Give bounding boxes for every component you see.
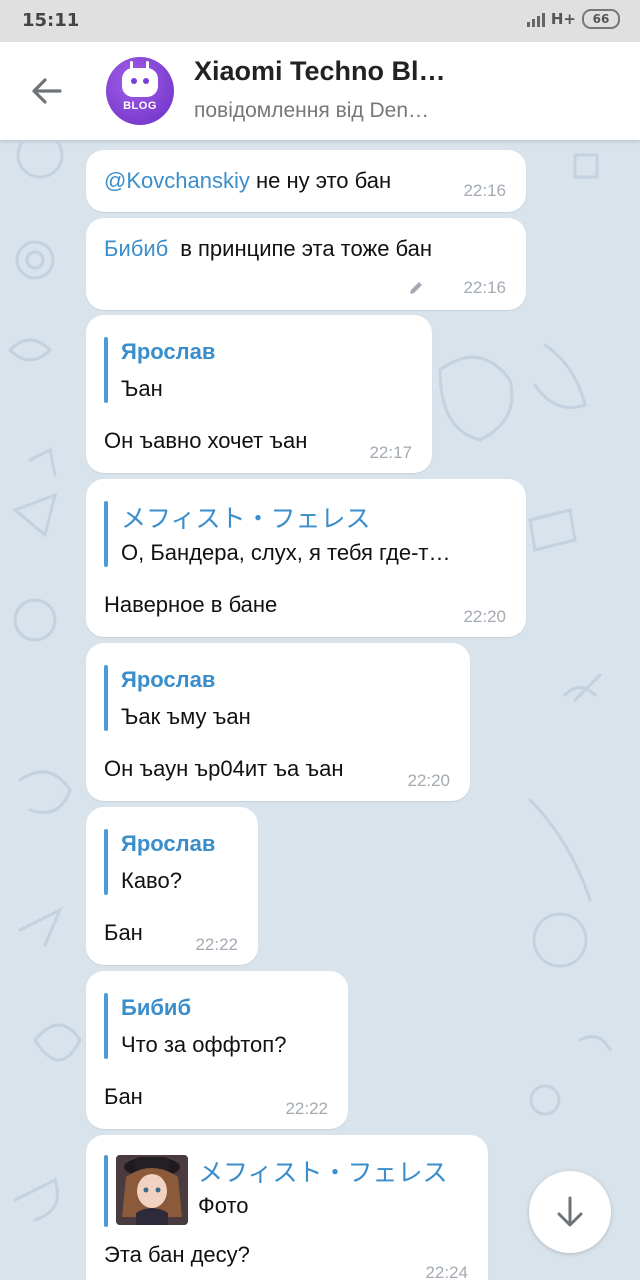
reply-quote-bar: [104, 665, 108, 731]
message-bubble[interactable]: メフィスト・フェレス О, Бандера, слух, я тебя где-…: [86, 479, 526, 637]
message-list[interactable]: @Kovchanskiy не ну это бан 22:16 Бибиб в …: [0, 140, 640, 1280]
message-bubble[interactable]: @Kovchanskiy не ну это бан 22:16: [86, 150, 526, 212]
reply-author[interactable]: Ярослав: [121, 831, 215, 857]
reply-text[interactable]: О, Бандера, слух, я тебя где-т…: [121, 540, 450, 566]
reply-text[interactable]: Фото: [198, 1193, 249, 1219]
sender-name[interactable]: Бибиб: [104, 236, 168, 261]
reply-quote-bar: [104, 1155, 108, 1227]
message-time: 22:16: [463, 181, 506, 200]
avatar-label: BLOG: [123, 100, 157, 112]
reply-author[interactable]: Бибиб: [121, 995, 191, 1021]
battery-icon: 66: [582, 9, 620, 29]
message-bubble[interactable]: Бибиб в принципе эта тоже бан 22:16: [86, 218, 526, 310]
message-time: 22:17: [369, 443, 412, 462]
back-button[interactable]: [24, 68, 70, 114]
reply-quote-bar: [104, 829, 108, 895]
message-body: Бан: [104, 920, 143, 945]
reply-quote-bar: [104, 993, 108, 1059]
reply-text[interactable]: Что за оффтоп?: [121, 1032, 286, 1058]
message-time: 22:16: [463, 278, 506, 297]
channel-avatar[interactable]: BLOG: [106, 57, 174, 125]
reply-author[interactable]: メフィスト・フェレス: [121, 499, 371, 535]
reply-author[interactable]: メフィスト・フェレス: [198, 1153, 448, 1189]
network-type: H+: [550, 10, 576, 28]
reply-author[interactable]: Ярослав: [121, 667, 215, 693]
battery-level: 66: [592, 12, 610, 26]
message-body: Бан: [104, 1084, 143, 1109]
chat-title[interactable]: Xiaomi Techno Bl…: [194, 56, 446, 87]
reply-quote-bar: [104, 337, 108, 403]
message-time: 22:22: [285, 1099, 328, 1118]
arrow-left-icon: [32, 78, 62, 104]
reply-text[interactable]: Ъак ъму ъан: [121, 704, 251, 730]
status-icons: H+ 66: [526, 9, 620, 29]
reply-text[interactable]: Ъан: [121, 376, 163, 402]
message-body: Он ъаун ър04ит ъа ъан: [104, 756, 344, 781]
message-body: Он ъавно хочет ъан: [104, 428, 308, 453]
message-body: Эта бан десу?: [104, 1242, 250, 1267]
message-body: Наверное в бане: [104, 592, 278, 617]
reply-author[interactable]: Ярослав: [121, 339, 215, 365]
message-bubble[interactable]: Ярослав Каво? Бан 22:22: [86, 807, 258, 965]
signal-icon: [526, 11, 545, 27]
message-bubble[interactable]: Бибиб Что за оффтоп? Бан 22:22: [86, 971, 348, 1129]
message-time: 22:20: [463, 607, 506, 626]
mi-bunny-logo: [122, 68, 158, 97]
user-mention[interactable]: @Kovchanskiy: [104, 168, 250, 193]
message-time: 22:20: [407, 771, 450, 790]
message-text: @Kovchanskiy не ну это бан: [104, 168, 391, 194]
message-bubble[interactable]: Ярослав Ъак ъму ъан Он ъаун ър04ит ъа ъа…: [86, 643, 470, 801]
message-bubble[interactable]: Ярослав Ъан Он ъавно хочет ъан 22:17: [86, 315, 432, 473]
message-bubble[interactable]: メフィスト・フェレス Фото Эта бан десу? 22:24: [86, 1135, 488, 1280]
message-body: не ну это бан: [255, 168, 392, 193]
message-text: Бибиб в принципе эта тоже бан: [104, 236, 432, 262]
message-time: 22:24: [425, 1263, 468, 1280]
scroll-to-bottom-button[interactable]: [529, 1171, 611, 1253]
reply-photo-thumbnail[interactable]: [116, 1155, 188, 1225]
edited-pencil-icon: [410, 282, 422, 294]
status-time: 15:11: [22, 10, 80, 31]
reply-text[interactable]: Каво?: [121, 868, 182, 894]
chat-subtitle: повідомлення від Den…: [194, 99, 430, 122]
status-bar: 15:11 H+ 66: [0, 0, 640, 42]
chat-header: BLOG Xiaomi Techno Bl… повідомлення від …: [0, 42, 640, 140]
message-time: 22:22: [195, 935, 238, 954]
reply-quote-bar: [104, 501, 108, 567]
message-body: в принципе эта тоже бан: [180, 236, 433, 261]
arrow-down-icon: [557, 1196, 583, 1227]
